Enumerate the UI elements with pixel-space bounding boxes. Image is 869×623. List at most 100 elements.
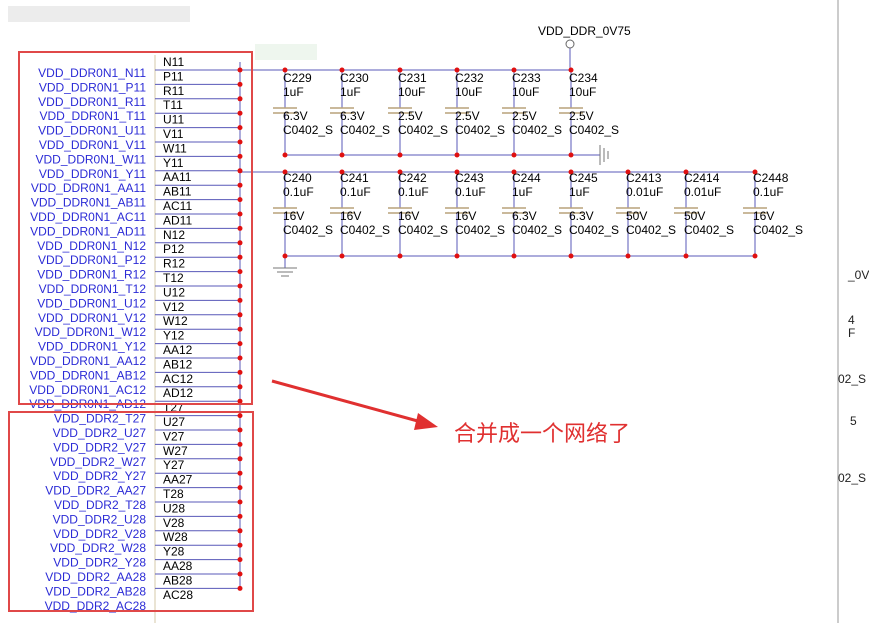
pin-label: U11 [163, 113, 184, 127]
pin-label: Y27 [163, 458, 185, 472]
capacitor: C23110uF 2.5VC0402_S [388, 67, 448, 158]
net-label: VDD_DDR0N1_N11 [38, 66, 146, 80]
pin-label: W11 [163, 141, 187, 155]
junction-dot [237, 297, 243, 303]
cap-ref: C2448 [753, 171, 789, 185]
cap-package: C0402_S [753, 223, 803, 237]
net-label: VDD_DDR0N1_AC12 [29, 383, 146, 397]
net-label: VDD_DDR2_W27 [50, 455, 146, 469]
side-fragment-3: F [848, 326, 855, 340]
junction-dot [237, 470, 243, 476]
pin-label: V27 [163, 429, 185, 443]
cap-voltage: 6.3V [569, 209, 594, 223]
junction-dot [625, 253, 631, 259]
junction-dot [237, 225, 243, 231]
cap-value: 0.1uF [753, 185, 784, 199]
net-label: VDD_DDR0N1_U12 [37, 296, 146, 310]
pin-label: W27 [163, 444, 188, 458]
junction-dot [397, 253, 403, 259]
junction-dot [237, 542, 243, 548]
junction-dot [237, 269, 243, 275]
pin-label: U28 [163, 501, 185, 515]
net-label: VDD_DDR0N1_V11 [39, 138, 146, 152]
cap-package: C0402_S [455, 123, 505, 137]
net-label: VDD_DDR0N1_AD11 [30, 224, 146, 238]
junction-dot [237, 441, 243, 447]
cap-value: 0.01uF [626, 185, 663, 199]
junction-dot [511, 253, 517, 259]
junction-dot [237, 240, 243, 246]
pin-label: AB12 [163, 357, 193, 371]
cap-package: C0402_S [398, 123, 448, 137]
net-label: VDD_DDR0N1_U11 [38, 124, 146, 138]
junction-dot [454, 253, 460, 259]
cap-ref: C2414 [684, 171, 720, 185]
pin-label: N11 [163, 55, 184, 69]
junction-dot [237, 125, 243, 131]
capacitor: C24130.01uF 50VC0402_S [616, 169, 676, 259]
pin-label: V12 [163, 300, 185, 314]
junction-dot [237, 369, 243, 375]
pin-label: Y11 [163, 156, 184, 170]
junction-dot [237, 81, 243, 87]
net-label: VDD_DDR2_AA27 [45, 484, 146, 498]
junction-dot [237, 528, 243, 534]
junction-dot [237, 139, 243, 145]
cap-value: 1uF [512, 185, 533, 199]
cap-voltage: 2.5V [512, 109, 537, 123]
junction-dot [237, 355, 243, 361]
side-fragment-1: _0V7 [847, 268, 869, 282]
cap-value: 0.01uF [684, 185, 721, 199]
net-label: VDD_DDR2_U27 [53, 426, 147, 440]
cap-package: C0402_S [626, 223, 676, 237]
net-label: VDD_DDR0N1_Y12 [38, 340, 146, 354]
junction-dot [237, 585, 243, 591]
net-label: VDD_DDR0N1_W12 [35, 325, 147, 339]
cap-package: C0402_S [398, 223, 448, 237]
pin-label: AA11 [163, 170, 192, 184]
junction-dot [237, 398, 243, 404]
junction-dot [752, 253, 758, 259]
pin-label: AA12 [163, 343, 193, 357]
net-label: VDD_DDR0N1_Y11 [39, 167, 146, 181]
cap-voltage: 2.5V [398, 109, 423, 123]
power-port-label: VDD_DDR_0V75 [538, 24, 631, 38]
pin-label: AA28 [163, 559, 193, 573]
net-label: VDD_DDR2_V28 [53, 527, 146, 541]
side-fragment-6: 02_S [838, 471, 866, 485]
net-label: VDD_DDR2_T28 [54, 498, 146, 512]
cap-voltage: 6.3V [283, 109, 308, 123]
cap-package: C0402_S [455, 223, 505, 237]
cap-value: 10uF [512, 85, 539, 99]
cap-package: C0402_S [283, 123, 333, 137]
cap-package: C0402_S [684, 223, 734, 237]
pin-label: T11 [163, 98, 183, 112]
cap-package: C0402_S [283, 223, 333, 237]
net-label: VDD_DDR2_AA28 [45, 570, 146, 584]
junction-dot [237, 499, 243, 505]
junction-dot [237, 67, 243, 73]
net-label: VDD_DDR0N1_N12 [37, 239, 146, 253]
capacitor: C2291uF 6.3VC0402_S [273, 67, 333, 158]
net-label: VDD_DDR2_W28 [50, 541, 146, 555]
net-label: VDD_DDR2_Y28 [53, 556, 146, 570]
junction-dot [237, 197, 243, 203]
junction-dot [237, 427, 243, 433]
junction-dot [237, 456, 243, 462]
junction-dot [237, 96, 243, 102]
annotation-arrow [271, 379, 438, 430]
side-fragment-5: 5 [850, 414, 857, 428]
junction-dot [237, 485, 243, 491]
cap-package: C0402_S [512, 223, 562, 237]
junction-dot [237, 571, 243, 577]
side-fragment-2: 4 [848, 313, 855, 327]
annotation-text: 合并成一个网络了 [454, 421, 630, 446]
capacitor: C23410uF 2.5VC0402_S [559, 67, 619, 158]
cap-ref: C230 [340, 71, 369, 85]
cap-ref: C244 [512, 171, 541, 185]
cap-ref: C231 [398, 71, 427, 85]
cap-ref: C2413 [626, 171, 662, 185]
cap-ref: C243 [455, 171, 484, 185]
cap-ref: C242 [398, 171, 427, 185]
pin-label: AB28 [163, 573, 193, 587]
